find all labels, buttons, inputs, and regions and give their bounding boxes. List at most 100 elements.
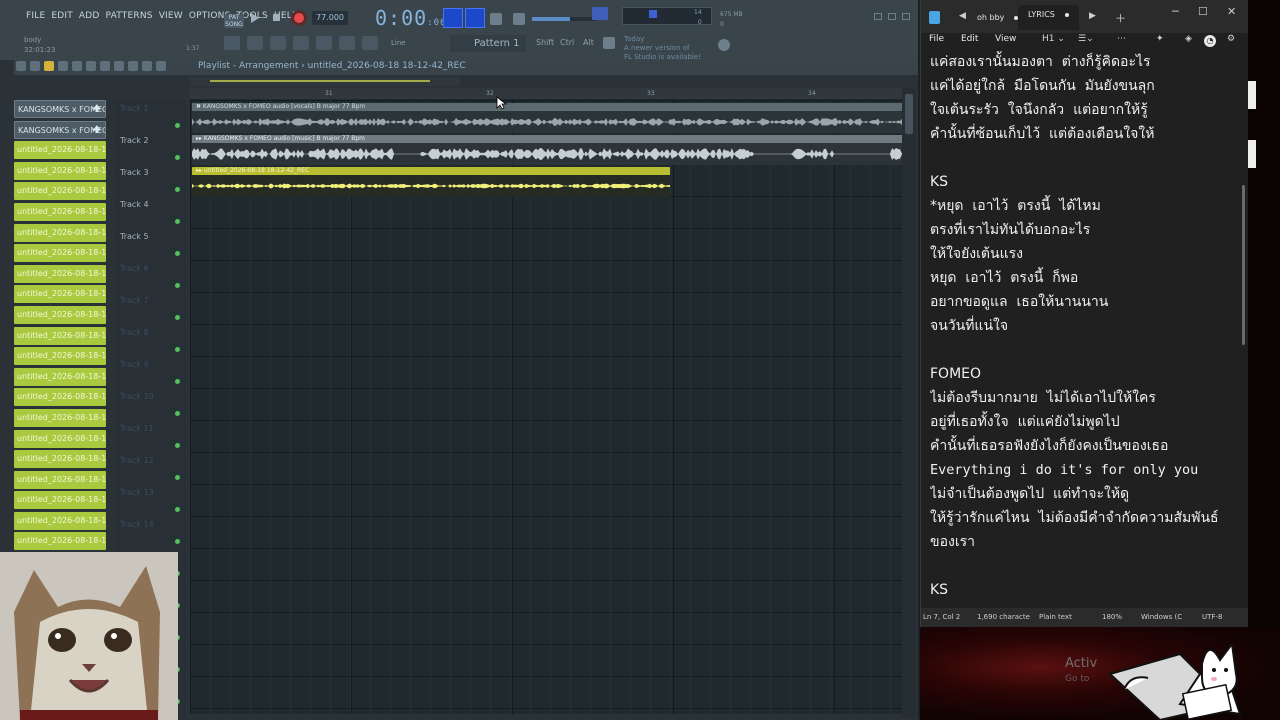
online-icon[interactable] xyxy=(718,39,730,51)
slice-icon[interactable] xyxy=(114,61,124,71)
pattern-blocks[interactable] xyxy=(443,8,485,28)
menu-view[interactable]: VIEW xyxy=(159,11,183,21)
menu-add[interactable]: ADD xyxy=(79,11,100,21)
browser-clip-item[interactable]: untitled_2026-08-18-18-... xyxy=(14,532,106,551)
browser-clip-item[interactable]: KANGSOMKS x FOMEO... ✚ xyxy=(14,120,106,139)
metronome-icon[interactable] xyxy=(490,13,502,25)
list-icon[interactable]: ☰⌄ xyxy=(1078,34,1094,44)
magnet-icon[interactable] xyxy=(30,61,40,71)
playlist-icon[interactable] xyxy=(224,36,240,50)
track-enable-led[interactable] xyxy=(175,187,180,192)
browser-clip-item[interactable]: untitled_2026-08-18-18-... xyxy=(14,182,106,201)
brush-icon[interactable] xyxy=(58,61,68,71)
play-icon[interactable] xyxy=(251,13,259,23)
arrow-icon[interactable] xyxy=(16,61,26,71)
track-header[interactable]: Track 13 xyxy=(114,484,186,516)
menu-file[interactable]: FILE xyxy=(26,11,45,21)
add-clip-icon[interactable]: ✚ xyxy=(93,101,101,117)
ctrl-button[interactable]: Ctrl xyxy=(560,38,574,47)
browser-clip-item[interactable]: untitled_2026-08-18-18-... xyxy=(14,367,106,386)
track-header[interactable]: Track 5 xyxy=(114,228,186,260)
news-panel[interactable]: Today A newer version of FL Studio is av… xyxy=(624,35,701,62)
track-enable-led[interactable] xyxy=(175,443,180,448)
encoding[interactable]: UTF-8 xyxy=(1202,608,1222,627)
tab-lyrics[interactable]: LYRICS xyxy=(1018,5,1079,30)
track-header[interactable]: Track 7 xyxy=(114,292,186,324)
track-header[interactable]: Track 12 xyxy=(114,452,186,484)
playback-icon[interactable] xyxy=(156,61,166,71)
track-header[interactable]: Track 11 xyxy=(114,420,186,452)
close-icon[interactable] xyxy=(902,13,910,20)
more-icon[interactable]: ⋯ xyxy=(1117,34,1126,44)
close-icon[interactable]: ✕ xyxy=(1227,5,1236,18)
block-a[interactable] xyxy=(443,8,463,28)
menu-edit[interactable]: EDIT xyxy=(51,11,73,21)
track-header[interactable]: Track 3 xyxy=(114,164,186,196)
mute-icon[interactable] xyxy=(86,61,96,71)
pat-song-toggle[interactable]: PAT SONG xyxy=(224,14,244,28)
browser-clip-item[interactable]: untitled_2026-08-18-18-... xyxy=(14,450,106,469)
track-enable-led[interactable] xyxy=(175,507,180,512)
line-ending[interactable]: Windows (C xyxy=(1141,608,1182,627)
restore-icon[interactable] xyxy=(888,13,896,20)
plugin-icon[interactable] xyxy=(339,36,355,50)
tab-scroll-right-icon[interactable]: ▶ xyxy=(1089,11,1096,21)
sparkle-icon[interactable]: ✦ xyxy=(1156,34,1164,44)
browser-clip-item[interactable]: untitled_2026-08-18-18-... xyxy=(14,388,106,407)
browser-clip-item[interactable]: untitled_2026-08-18-18-... xyxy=(14,244,106,263)
browser-clip-item[interactable]: KANGSOMKS x FOMEO... ✚ xyxy=(14,100,106,118)
menu-file[interactable]: File xyxy=(929,34,944,44)
track-enable-led[interactable] xyxy=(175,123,180,128)
tempo-display[interactable]: 77.000 xyxy=(312,11,348,25)
mic-icon[interactable] xyxy=(362,36,378,50)
browser-clip-item[interactable]: untitled_2026-08-18-18-... xyxy=(14,264,106,283)
track-enable-led[interactable] xyxy=(175,379,180,384)
clip-music[interactable]: ▸▸ KANGSOMKS x FOMEO audio [music] B maj… xyxy=(192,135,903,165)
add-clip-icon[interactable]: ✚ xyxy=(93,122,101,138)
browser-clip-item[interactable]: untitled_2026-08-18-18-... xyxy=(14,161,106,180)
wait-icon[interactable] xyxy=(513,13,525,25)
track-enable-led[interactable] xyxy=(175,251,180,256)
new-tab-icon[interactable]: ＋ xyxy=(1115,10,1126,26)
slip-icon[interactable] xyxy=(100,61,110,71)
track-header[interactable]: Track 6 xyxy=(114,260,186,292)
select-icon[interactable] xyxy=(128,61,138,71)
mixer-icon[interactable] xyxy=(316,36,332,50)
browser-clip-item[interactable]: untitled_2026-08-18-18-... xyxy=(14,305,106,324)
zoom-level[interactable]: 180% xyxy=(1102,608,1122,627)
track-enable-led[interactable] xyxy=(175,475,180,480)
pencil-icon[interactable] xyxy=(44,61,54,71)
menu-edit[interactable]: Edit xyxy=(961,34,978,44)
track-header[interactable]: Track 4 xyxy=(114,196,186,228)
settings-gear-icon[interactable]: ⚙ xyxy=(1227,34,1235,44)
browser-clip-item[interactable]: untitled_2026-08-18-18-... xyxy=(14,491,106,510)
master-volume-slider[interactable] xyxy=(532,17,596,21)
track-enable-led[interactable] xyxy=(175,411,180,416)
heading-dropdown[interactable]: H1 ⌄ xyxy=(1042,34,1065,44)
browser-clip-item[interactable]: untitled_2026-08-18-18-... xyxy=(14,326,106,345)
zoom-icon[interactable] xyxy=(142,61,152,71)
browser-icon[interactable] xyxy=(270,36,286,50)
browser-clip-item[interactable]: untitled_2026-08-18-18-... xyxy=(14,347,106,366)
clip-recording[interactable]: ▸▸ untitled_2026-08-18 18-12-42_REC xyxy=(192,167,670,197)
tab-scroll-left-icon[interactable]: ◀ xyxy=(959,11,966,21)
track-enable-led[interactable] xyxy=(175,315,180,320)
browser-clip-item[interactable]: untitled_2026-08-18-18-... xyxy=(14,141,106,160)
browser-clip-item[interactable]: untitled_2026-08-18-18-... xyxy=(14,408,106,427)
browser-clip-item[interactable]: untitled_2026-08-18-18-... xyxy=(14,285,106,304)
lyrics-editor[interactable]: แค่สองเรานั้นมองตา ต่างก็รู้คิดอะไร แค่ได… xyxy=(930,50,1244,600)
browser-clip-item[interactable]: untitled_2026-08-18-18-... xyxy=(14,202,106,221)
clip-vocals[interactable]: ✖ KANGSOMKS x FOMEO audio [vocals] B maj… xyxy=(192,103,903,133)
copilot-icon[interactable]: ◈ xyxy=(1185,34,1192,44)
track-enable-led[interactable] xyxy=(175,219,180,224)
track-enable-led[interactable] xyxy=(175,539,180,544)
track-header[interactable]: Track 14 xyxy=(114,516,186,548)
menu-view[interactable]: View xyxy=(995,34,1016,44)
news-icon[interactable] xyxy=(603,37,615,49)
minimize-icon[interactable]: ─ xyxy=(1172,5,1179,18)
browser-clip-item[interactable]: untitled_2026-08-18-18-... xyxy=(14,511,106,530)
master-pitch-knob[interactable] xyxy=(592,7,608,20)
piano-roll-icon[interactable] xyxy=(247,36,263,50)
account-icon[interactable]: ◔ xyxy=(1204,35,1216,47)
maximize-icon[interactable]: ☐ xyxy=(1198,5,1208,18)
